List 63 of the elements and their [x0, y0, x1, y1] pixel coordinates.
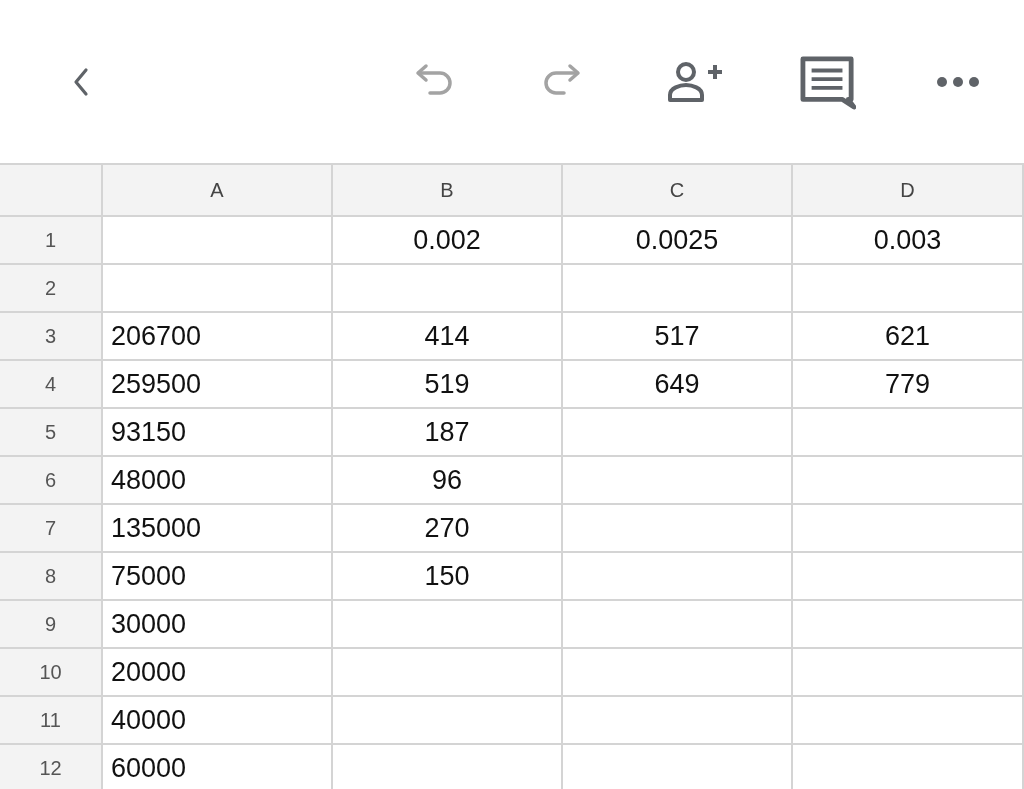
table-cell[interactable]: 517	[563, 313, 793, 361]
table-cell[interactable]	[563, 409, 793, 457]
table-cell[interactable]	[793, 553, 1024, 601]
table-cell[interactable]	[563, 505, 793, 553]
row-header[interactable]: 7	[0, 505, 103, 553]
table-cell[interactable]: 93150	[103, 409, 333, 457]
table-cell[interactable]: 270	[333, 505, 563, 553]
column-header[interactable]: B	[333, 165, 563, 217]
table-cell[interactable]	[563, 265, 793, 313]
table-cell[interactable]: 60000	[103, 745, 333, 789]
row-header[interactable]: 2	[0, 265, 103, 313]
table-cell[interactable]	[793, 457, 1024, 505]
table-cell[interactable]	[793, 649, 1024, 697]
row-header[interactable]: 12	[0, 745, 103, 789]
table-cell[interactable]	[793, 601, 1024, 649]
table-cell[interactable]: 649	[563, 361, 793, 409]
table-cell[interactable]	[333, 649, 563, 697]
table-cell[interactable]	[333, 697, 563, 745]
table-cell[interactable]	[793, 697, 1024, 745]
table-cell[interactable]: 0.0025	[563, 217, 793, 265]
row-header[interactable]: 5	[0, 409, 103, 457]
comment-icon[interactable]	[800, 56, 856, 110]
table-cell[interactable]: 206700	[103, 313, 333, 361]
table-cell[interactable]	[103, 265, 333, 313]
table-cell[interactable]: 135000	[103, 505, 333, 553]
table-cell[interactable]: 187	[333, 409, 563, 457]
row-header[interactable]: 10	[0, 649, 103, 697]
row-header[interactable]: 8	[0, 553, 103, 601]
table-cell[interactable]	[793, 505, 1024, 553]
table-cell[interactable]	[793, 409, 1024, 457]
table-cell[interactable]: 259500	[103, 361, 333, 409]
table-cell[interactable]	[563, 649, 793, 697]
table-cell[interactable]: 150	[333, 553, 563, 601]
table-cell[interactable]: 75000	[103, 553, 333, 601]
column-header[interactable]: C	[563, 165, 793, 217]
row-header[interactable]: 11	[0, 697, 103, 745]
table-cell[interactable]: 414	[333, 313, 563, 361]
row-header[interactable]: 9	[0, 601, 103, 649]
table-cell[interactable]: 20000	[103, 649, 333, 697]
table-cell[interactable]: 519	[333, 361, 563, 409]
table-cell[interactable]	[563, 601, 793, 649]
table-cell[interactable]: 48000	[103, 457, 333, 505]
row-header[interactable]: 6	[0, 457, 103, 505]
row-header[interactable]: 4	[0, 361, 103, 409]
table-cell[interactable]	[563, 457, 793, 505]
table-cell[interactable]: 30000	[103, 601, 333, 649]
table-cell[interactable]	[103, 217, 333, 265]
table-cell[interactable]	[333, 265, 563, 313]
table-cell[interactable]	[333, 601, 563, 649]
column-header[interactable]: A	[103, 165, 333, 217]
table-cell[interactable]: 40000	[103, 697, 333, 745]
table-cell[interactable]: 96	[333, 457, 563, 505]
table-cell[interactable]	[563, 697, 793, 745]
table-cell[interactable]: 0.003	[793, 217, 1024, 265]
table-cell[interactable]: 0.002	[333, 217, 563, 265]
column-header[interactable]: D	[793, 165, 1024, 217]
table-cell[interactable]	[563, 553, 793, 601]
table-cell[interactable]: 779	[793, 361, 1024, 409]
table-cell[interactable]	[793, 265, 1024, 313]
table-cell[interactable]: 621	[793, 313, 1024, 361]
more-options-icon[interactable]	[936, 76, 980, 88]
row-header[interactable]: 3	[0, 313, 103, 361]
row-header[interactable]: 1	[0, 217, 103, 265]
